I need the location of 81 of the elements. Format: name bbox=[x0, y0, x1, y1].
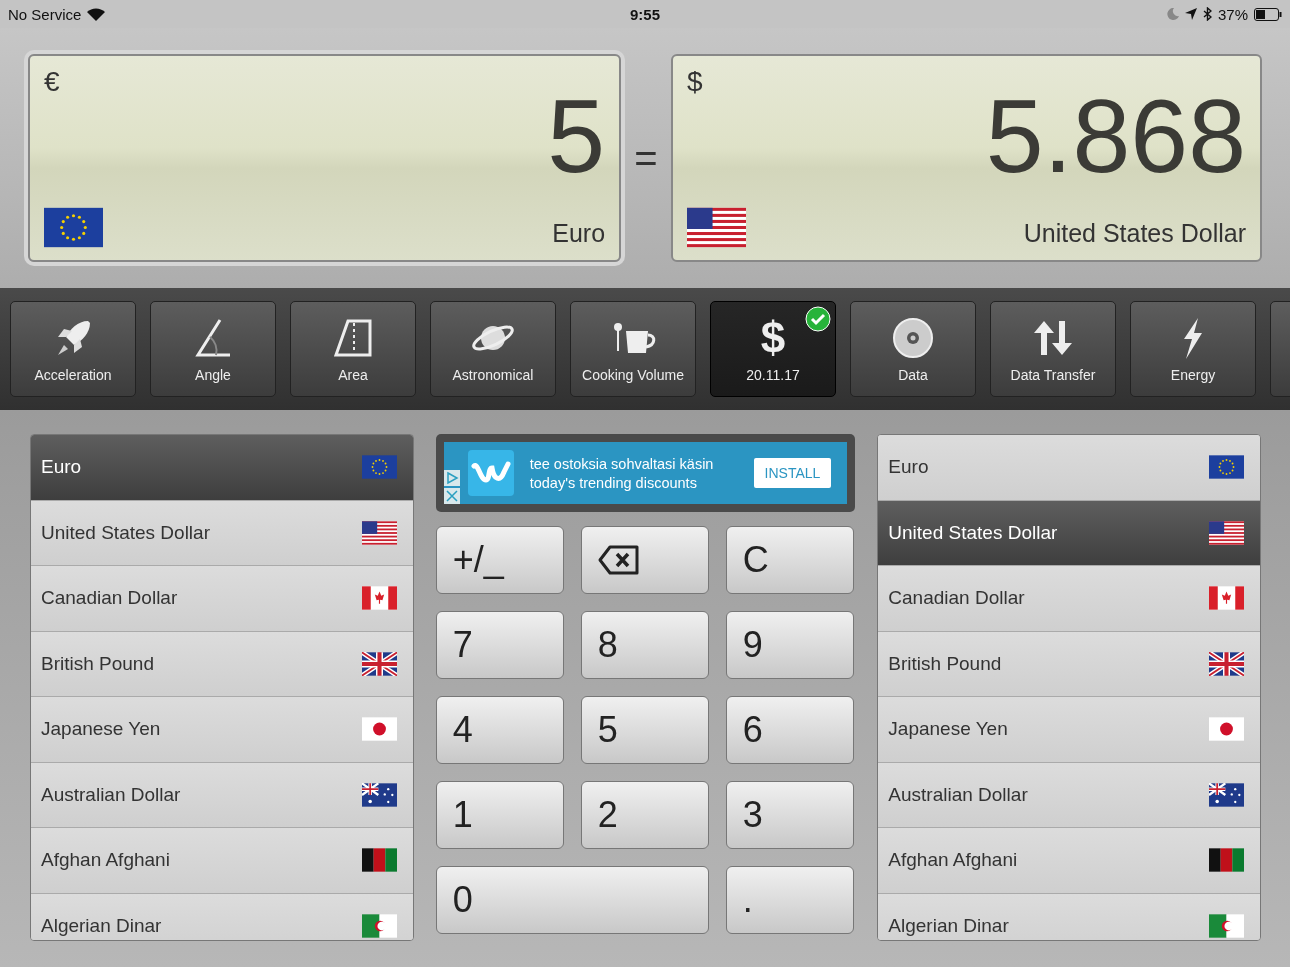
keypad-key[interactable]: 0 bbox=[435, 866, 709, 934]
currency-list-item[interactable]: Afghan Afghani bbox=[878, 828, 1260, 894]
clock-text: 9:55 bbox=[630, 5, 660, 23]
flag-icon bbox=[1209, 848, 1244, 873]
category-button[interactable]: Data Transfer bbox=[990, 301, 1116, 397]
currency-list-item[interactable]: Japanese Yen bbox=[878, 697, 1260, 763]
flag-icon bbox=[361, 520, 397, 545]
bluetooth-icon bbox=[1202, 7, 1212, 21]
category-button[interactable]: $ 20.11.17 bbox=[710, 301, 836, 397]
app-logo-icon bbox=[467, 450, 514, 496]
currency-list-item[interactable]: United States Dollar bbox=[31, 500, 413, 566]
keypad-key[interactable]: 8 bbox=[580, 611, 709, 679]
category-button[interactable]: Energy bbox=[1130, 301, 1256, 397]
flag-icon bbox=[361, 455, 397, 480]
keypad-key[interactable]: 7 bbox=[435, 611, 564, 679]
location-arrow-icon bbox=[1184, 8, 1197, 20]
flag-icon bbox=[1209, 651, 1244, 676]
category-button[interactable]: Area bbox=[290, 301, 416, 397]
battery-percent: 37% bbox=[1217, 5, 1248, 23]
flag-icon bbox=[1209, 782, 1244, 807]
keypad-key[interactable]: . bbox=[725, 866, 854, 934]
flag-icon bbox=[1209, 717, 1244, 742]
currency-symbol: $ bbox=[686, 66, 703, 98]
currency-list-item[interactable]: Algerian Dinar bbox=[31, 893, 413, 940]
keypad-key[interactable]: 6 bbox=[725, 696, 854, 764]
category-button[interactable]: Cooking Volume bbox=[570, 301, 696, 397]
currency-list-item[interactable]: British Pound bbox=[31, 631, 413, 697]
disc-icon bbox=[890, 315, 936, 361]
ad-text: tee ostoksia sohvaltasi käsin bbox=[529, 455, 715, 472]
wifi-icon bbox=[87, 7, 106, 21]
backspace-key[interactable] bbox=[580, 526, 709, 594]
equals-sign: = bbox=[633, 135, 659, 181]
keypad-key[interactable]: +/_ bbox=[435, 526, 564, 594]
currency-list-item[interactable]: United States Dollar bbox=[878, 500, 1260, 566]
currency-list-item[interactable]: British Pound bbox=[878, 631, 1260, 697]
flag-icon bbox=[361, 782, 397, 807]
currency-name: Euro bbox=[552, 219, 606, 248]
battery-icon bbox=[1254, 7, 1282, 21]
amount-value: 5 bbox=[547, 92, 606, 180]
flag-icon bbox=[1209, 520, 1244, 545]
close-icon[interactable] bbox=[443, 488, 460, 504]
category-button[interactable]: Acceleration bbox=[10, 301, 136, 397]
keypad-key[interactable]: 1 bbox=[435, 781, 564, 849]
flag-icon bbox=[1209, 586, 1244, 611]
dollar-sign: $ bbox=[760, 315, 786, 361]
currency-list-item[interactable]: Algerian Dinar bbox=[878, 893, 1260, 940]
keypad-key[interactable]: 2 bbox=[580, 781, 709, 849]
flag-icon bbox=[361, 651, 397, 676]
ad-choices-icon[interactable] bbox=[443, 470, 460, 486]
keypad-key[interactable]: 9 bbox=[725, 611, 854, 679]
category-button[interactable]: Astronomical bbox=[430, 301, 556, 397]
flag-icon bbox=[361, 717, 397, 742]
currency-list-item[interactable]: Australian Dollar bbox=[31, 762, 413, 828]
currency-list-item[interactable]: Afghan Afghani bbox=[31, 828, 413, 894]
flag-icon bbox=[686, 207, 746, 248]
currency-list-item[interactable]: Euro bbox=[878, 435, 1260, 501]
keypad-key[interactable]: 5 bbox=[580, 696, 709, 764]
flag-icon bbox=[44, 207, 103, 248]
keypad-key[interactable]: C bbox=[725, 526, 854, 594]
flag-icon bbox=[361, 913, 397, 938]
keypad-key[interactable]: 3 bbox=[725, 781, 854, 849]
currency-name: United States Dollar bbox=[1023, 219, 1246, 248]
currency-list-item[interactable]: Canadian Dollar bbox=[31, 566, 413, 632]
ad-text: today's trending discounts bbox=[529, 474, 698, 491]
currency-list-item[interactable]: Australian Dollar bbox=[878, 762, 1260, 828]
category-button[interactable]: Data bbox=[850, 301, 976, 397]
amount-value: 5.868 bbox=[985, 92, 1246, 180]
currency-symbol: € bbox=[44, 66, 60, 98]
checkmark-icon bbox=[805, 306, 831, 332]
currency-list-item[interactable]: Euro bbox=[31, 435, 413, 501]
moon-icon bbox=[1166, 8, 1179, 20]
backspace-icon bbox=[597, 545, 640, 575]
currency-list-item[interactable]: Japanese Yen bbox=[31, 697, 413, 763]
flag-icon bbox=[1209, 455, 1244, 480]
flag-icon bbox=[361, 586, 397, 611]
category-button[interactable]: Angle bbox=[150, 301, 276, 397]
flag-icon bbox=[1209, 913, 1244, 938]
currency-list-item[interactable]: Canadian Dollar bbox=[878, 566, 1260, 632]
flag-icon bbox=[361, 848, 397, 873]
keypad-key[interactable]: 4 bbox=[435, 696, 564, 764]
carrier-text: No Service bbox=[8, 5, 82, 23]
